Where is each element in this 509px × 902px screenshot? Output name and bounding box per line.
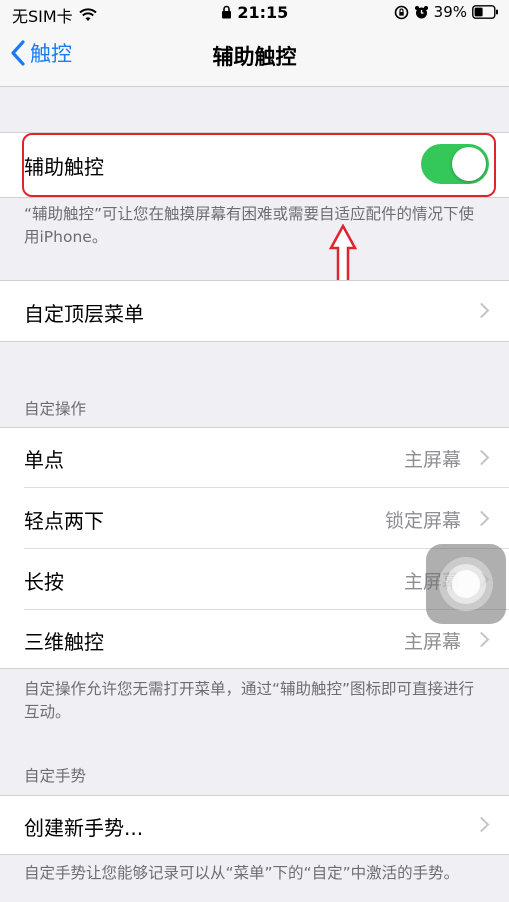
- top-menu-cell[interactable]: 自定顶层菜单: [0, 280, 509, 342]
- action-label: 长按: [24, 570, 64, 594]
- create-gesture-label: 创建新手势...: [24, 816, 144, 840]
- divider: [0, 197, 509, 198]
- divider: [0, 668, 509, 669]
- chevron-right-icon: [473, 302, 490, 319]
- chevron-right-icon: [473, 510, 490, 527]
- chevron-right-icon: [473, 631, 490, 648]
- orientation-lock-icon: [394, 5, 408, 19]
- highlight-annotation: [22, 133, 496, 197]
- custom-actions-description: 自定操作允许您无需打开菜单，通过“辅助触控”图标即可直接进行互动。: [24, 680, 475, 721]
- battery-icon: [472, 5, 498, 19]
- custom-actions-header: 自定操作: [24, 400, 87, 418]
- custom-gestures-description: 自定手势让您能够记录可以从“菜单”下的“自定”中激活的手势。: [24, 864, 460, 882]
- action-label: 单点: [24, 448, 64, 472]
- navigation-bar: 触控 辅助触控: [0, 26, 509, 87]
- top-menu-label: 自定顶层菜单: [24, 302, 144, 326]
- chevron-right-icon: [473, 816, 490, 833]
- custom-gestures-header: 自定手势: [24, 767, 87, 785]
- assistive-touch-floating-button[interactable]: [426, 544, 506, 624]
- create-gesture-cell[interactable]: 创建新手势...: [0, 795, 509, 855]
- action-label: 轻点两下: [24, 509, 104, 533]
- chevron-right-icon: [473, 449, 490, 466]
- list-item-single-tap[interactable]: 单点 主屏幕: [0, 427, 509, 488]
- action-value: 锁定屏幕: [384, 510, 461, 532]
- alarm-icon: [414, 5, 428, 18]
- status-time: 21:15: [237, 3, 289, 22]
- battery-percent: 39%: [433, 3, 467, 21]
- page-title: 辅助触控: [212, 45, 297, 69]
- list-item-double-tap[interactable]: 轻点两下 锁定屏幕: [0, 488, 509, 549]
- lock-icon: [221, 5, 231, 19]
- action-label: 三维触控: [24, 630, 104, 654]
- divider: [0, 795, 509, 796]
- action-value: 主屏幕: [403, 631, 461, 653]
- divider: [0, 280, 509, 281]
- status-bar: 无SIM卡 21:15 39%: [0, 0, 509, 26]
- action-value: 主屏幕: [403, 449, 461, 471]
- divider: [0, 854, 509, 855]
- divider: [0, 341, 509, 342]
- assistive-touch-description: “辅助触控”可让您在触摸屏幕有困难或需要自适应配件的情况下使用iPhone。: [24, 205, 475, 246]
